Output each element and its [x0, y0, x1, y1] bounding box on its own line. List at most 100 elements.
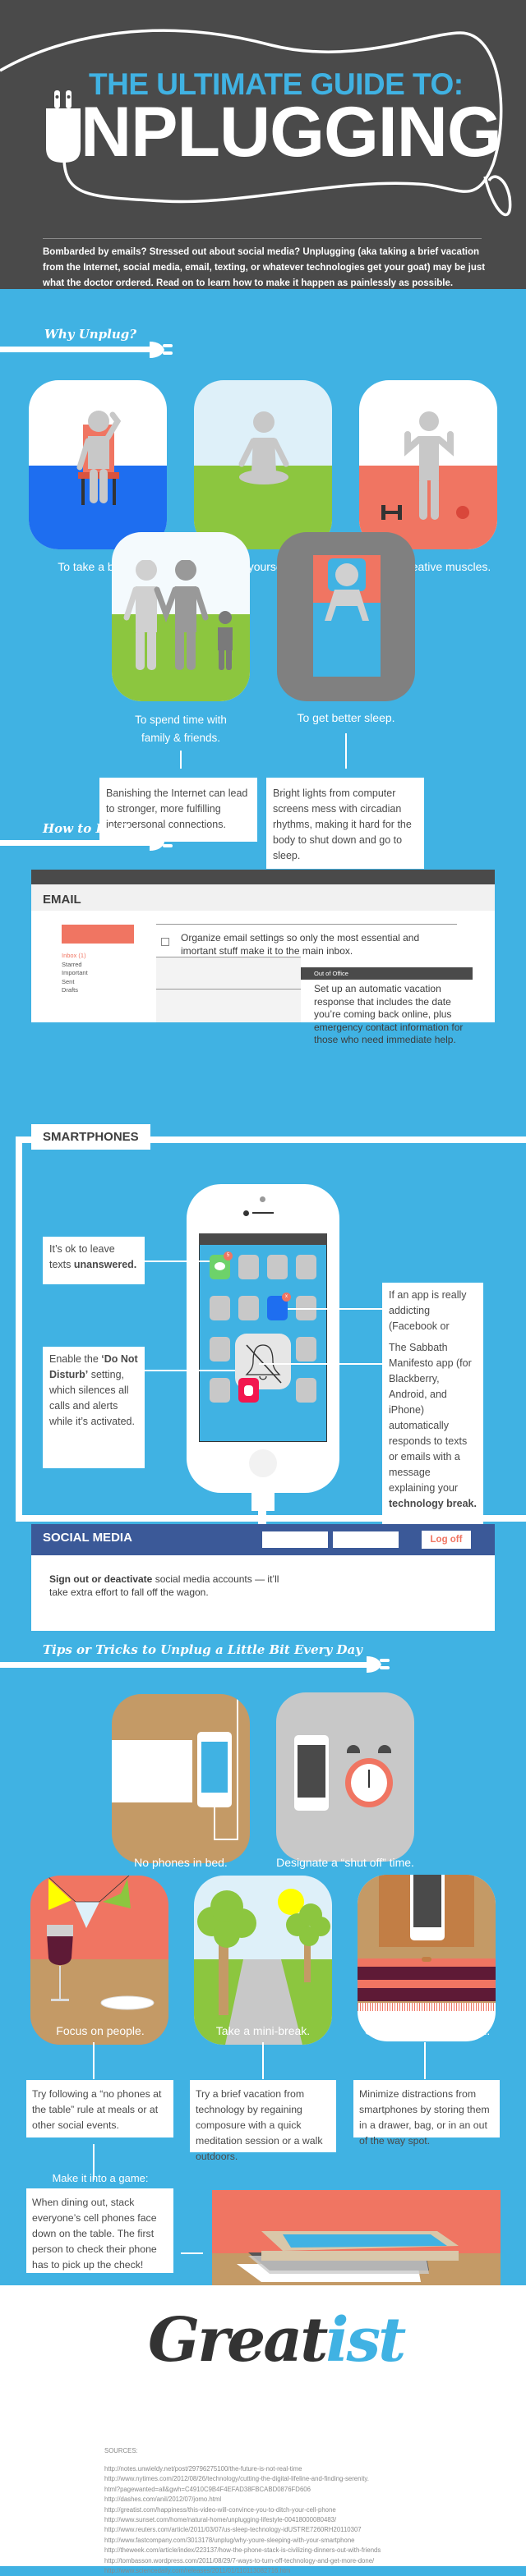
plug-icon	[367, 1656, 390, 1673]
section-title-why: Why Unplug?	[44, 327, 137, 342]
note-phone-stack-game: When dining out, stack everyone’s cell p…	[26, 2188, 173, 2273]
connector-line	[288, 1308, 382, 1310]
connector-line	[145, 1260, 210, 1262]
drawer-handle	[422, 1957, 431, 1962]
tile-no-phones-in-bed	[112, 1694, 250, 1863]
plug-icon	[150, 342, 173, 358]
app-icon[interactable]	[238, 1296, 259, 1320]
app-icon[interactable]	[210, 1337, 230, 1361]
app-icon[interactable]	[267, 1255, 288, 1279]
speech-bubble-icon	[215, 1262, 225, 1270]
game-title: Make it into a game:	[52, 2172, 149, 2184]
source-link[interactable]: http://theweek.com/article/index/223137/…	[104, 2546, 381, 2555]
source-link[interactable]: http://tombasson.wordpress.com/2011/08/2…	[104, 2556, 381, 2566]
folder-important[interactable]: Important	[62, 969, 88, 978]
email-header	[31, 884, 495, 911]
source-link[interactable]: http://www.fastcompany.com/3013178/unplu…	[104, 2536, 381, 2546]
plug-icon	[46, 90, 81, 163]
folder-inbox[interactable]: Inbox (1)	[62, 952, 88, 961]
login-username-input[interactable]	[262, 1531, 328, 1548]
greatist-logo[interactable]: Greatist	[148, 2305, 406, 2376]
social-tip: Sign out or deactivate social media acco…	[49, 1573, 279, 1598]
out-of-office-label: Out of Office	[301, 967, 473, 980]
divider	[43, 238, 482, 239]
plug-icon	[150, 834, 173, 851]
keyboard-icon	[112, 1740, 192, 1802]
family-icon	[123, 560, 233, 670]
source-link[interactable]: http://greatist.com/happiness/this-video…	[104, 2505, 381, 2515]
app-icon[interactable]	[210, 1378, 230, 1403]
caption-family-friends: To spend time with family & friends.	[135, 714, 227, 744]
person-sitting-icon	[76, 411, 122, 505]
folder-sent[interactable]: Sent	[62, 978, 88, 987]
folder-drafts[interactable]: Drafts	[62, 986, 88, 995]
cord-line	[0, 1662, 370, 1668]
connector-line	[93, 2042, 95, 2079]
ball-icon	[456, 506, 469, 519]
note-better-sleep: Bright lights from computer screens mess…	[266, 778, 424, 869]
social-title: SOCIAL MEDIA	[43, 1531, 132, 1545]
note-mini-break: Try a brief vacation from technology by …	[190, 2080, 336, 2162]
email-tip: Organize email settings so only the most…	[181, 932, 420, 957]
unread-badge: 5	[224, 1251, 233, 1260]
email-top-bar	[31, 870, 495, 884]
phone-status-bar	[199, 1233, 327, 1245]
cord-line	[0, 347, 153, 352]
home-button[interactable]	[249, 1449, 277, 1477]
source-link[interactable]: http://www.reuters.com/article/2011/03/0…	[104, 2525, 381, 2535]
phone-stack-illustration	[212, 2190, 501, 2299]
sources-label: SOURCES:	[104, 2447, 138, 2454]
source-link[interactable]: http://dashes.com/anil/2012/07/jomo.html	[104, 2495, 381, 2505]
caption-focus-on-people: Focus on people.	[56, 2024, 145, 2037]
note-focus-on-people: Try following a “no phones at the table”…	[26, 2080, 173, 2137]
log-off-button[interactable]: Log off	[422, 1531, 471, 1549]
source-link[interactable]: html?pagewanted=all&gwh=C4910C9B4F4EFAD3…	[104, 2485, 381, 2495]
caption-no-phones-in-bed: No phones in bed.	[134, 1856, 228, 1869]
out-of-office-text: Set up an automatic vacation response th…	[314, 983, 464, 1045]
tile-take-break	[29, 380, 167, 549]
party-table-icon	[46, 1876, 155, 2010]
caption-shut-off-time: Designate a “shut off” time.	[276, 1856, 414, 1869]
app-icon[interactable]	[296, 1255, 316, 1279]
source-link[interactable]: http://www.sunset.com/home/natural-home/…	[104, 2515, 381, 2525]
delete-app-badge[interactable]: x	[282, 1293, 291, 1302]
phone-camera	[260, 1196, 265, 1202]
caption-out-of-sight: Out of sight, out of mind.	[364, 2024, 491, 2037]
person-meditating-icon	[238, 411, 289, 484]
app-icon[interactable]	[296, 1337, 316, 1361]
hero-header: THE ULTIMATE GUIDE TO: NPLUGGING Bombard…	[0, 0, 526, 289]
email-card: EMAIL Inbox (1) Starred Important Sent D…	[31, 870, 495, 1045]
caption-mini-break: Take a mini-break.	[215, 2024, 311, 2037]
tile-know-yourself	[194, 380, 332, 549]
cord-line	[0, 840, 153, 846]
compose-button[interactable]	[62, 925, 134, 944]
dumbbell-icon	[381, 505, 402, 520]
email-checkbox[interactable]	[161, 938, 169, 946]
app-icon[interactable]	[296, 1378, 316, 1403]
login-password-input[interactable]	[333, 1531, 399, 1548]
person-sleeping-icon	[325, 563, 369, 621]
app-icon[interactable]	[210, 1296, 230, 1320]
tile-shut-off-time	[276, 1692, 414, 1862]
person-flexing-icon	[381, 411, 469, 520]
tip-sabbath-manifesto: The Sabbath Manifesto app (for Blackberr…	[382, 1335, 483, 1524]
source-link[interactable]: http://notes.unwieldy.net/post/297962751…	[104, 2464, 381, 2474]
tile-family-friends	[112, 532, 250, 701]
section-title-tips: Tips or Tricks to Unplug a Little Bit Ev…	[43, 1642, 362, 1657]
stacked-phones-icon	[237, 2231, 459, 2282]
app-icon[interactable]	[238, 1255, 259, 1279]
source-link[interactable]: http://www.sciencedaily.com/releases/201…	[104, 2566, 381, 2576]
connector-line	[145, 1370, 235, 1371]
source-link[interactable]: http://www.nytimes.com/2012/08/26/techno…	[104, 2474, 381, 2484]
connector-line	[259, 1363, 382, 1365]
folder-starred[interactable]: Starred	[62, 961, 88, 970]
tip-texts-unanswered: It’s ok to leave texts unanswered.	[43, 1237, 145, 1284]
email-title: EMAIL	[43, 893, 81, 907]
connector-line	[424, 2042, 426, 2079]
email-folder-list: Inbox (1) Starred Important Sent Drafts	[62, 952, 88, 995]
tile-mini-break	[194, 1876, 332, 2045]
sabbath-app-icon[interactable]	[238, 1378, 259, 1403]
note-out-of-sight: Minimize distractions from smartphones b…	[353, 2080, 500, 2147]
park-path-icon	[197, 1889, 330, 2045]
sources-list: http://notes.unwieldy.net/post/297962751…	[104, 2464, 381, 2576]
